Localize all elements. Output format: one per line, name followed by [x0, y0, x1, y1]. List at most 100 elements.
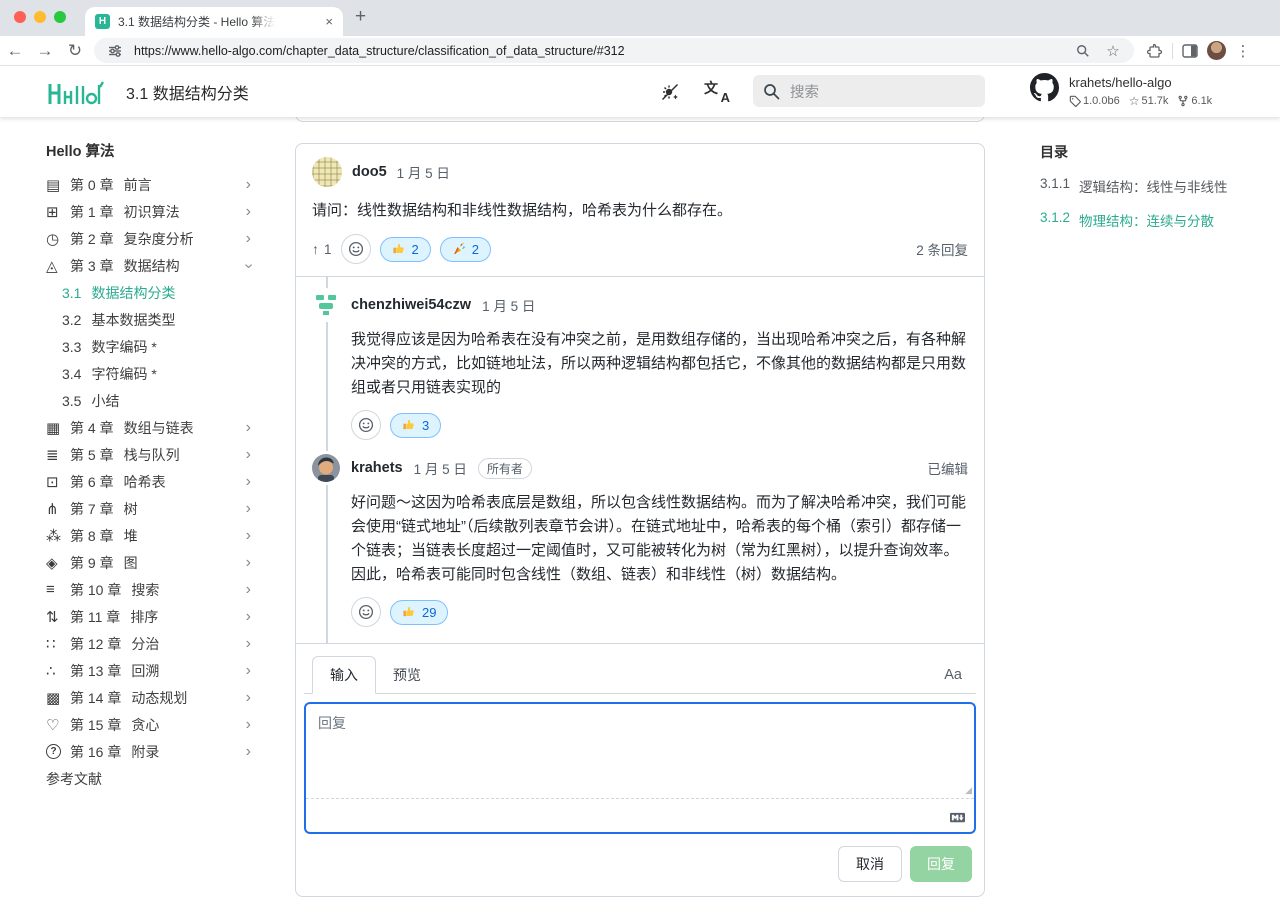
profile-avatar[interactable]	[1207, 41, 1226, 60]
sidebar-item[interactable]: ⊞ 第 1 章 初识算法	[30, 198, 265, 225]
add-reaction-button[interactable]	[351, 410, 381, 440]
editor-resize-divider[interactable]	[306, 798, 974, 799]
thumbs-up-reaction[interactable]: 2	[380, 237, 431, 262]
avatar[interactable]	[312, 291, 340, 319]
comment: doo5 1 月 5 日 请问：线性数据结构和非线性数据结构，哈希表为什么都存在…	[296, 144, 984, 276]
sidebar-item[interactable]: ≣ 第 5 章 栈与队列	[30, 441, 265, 468]
thumbs-up-reaction[interactable]: 29	[390, 600, 448, 625]
site-title: Hello 算法	[46, 140, 265, 161]
close-tab-icon[interactable]: ×	[325, 14, 333, 29]
graph-icon: ◈	[46, 554, 70, 572]
avatar[interactable]	[312, 454, 340, 482]
search-icon	[763, 83, 780, 100]
comment-date: 1 月 5 日	[414, 458, 467, 478]
close-window-button[interactable]	[14, 11, 26, 23]
toc-item[interactable]: 3.1.2 物理结构：连续与分散	[1040, 210, 1270, 230]
hello-algo-logo[interactable]	[46, 77, 104, 107]
sidebar-item[interactable]: ▤ 第 0 章 前言	[30, 171, 265, 198]
sidebar-item[interactable]: ⋔ 第 7 章 树	[30, 495, 265, 522]
toc-item[interactable]: 3.1.1 逻辑结构：线性与非线性	[1040, 176, 1270, 196]
sidebar-item[interactable]: ▩ 第 14 章 动态规划	[30, 684, 265, 711]
zoom-page-icon[interactable]	[1072, 44, 1094, 58]
chevron-icon	[246, 689, 251, 707]
site-settings-icon[interactable]	[104, 44, 126, 58]
reply-editor: 输入 预览 Aa 回复 ◢ 取消 回复	[296, 643, 984, 896]
tab-title: 3.1 数据结构分类 - Hello 算法	[118, 13, 275, 30]
toc-title: 目录	[1040, 142, 1270, 162]
repo-stars: ☆51.7k	[1129, 94, 1169, 108]
smiley-icon	[358, 604, 374, 620]
owner-badge: 所有者	[478, 458, 532, 479]
thumbs-up-icon	[402, 605, 416, 619]
thumbs-up-reaction[interactable]: 3	[390, 413, 441, 438]
reaction-count: 3	[422, 418, 429, 433]
sidebar-item[interactable]: 参考文献	[30, 765, 265, 792]
sidebar-item[interactable]: ◬ 第 3 章 数据结构	[30, 252, 265, 279]
thumbs-up-icon	[402, 418, 416, 432]
sidebar-item[interactable]: ◷ 第 2 章 复杂度分析	[30, 225, 265, 252]
tab-write[interactable]: 输入	[312, 656, 376, 694]
sidebar-item[interactable]: ▦ 第 4 章 数组与链表	[30, 414, 265, 441]
reply-comment: chenzhiwei54czw 1 月 5 日 我觉得应该是因为哈希表在没有冲突…	[312, 291, 968, 440]
star-icon: ☆	[1129, 94, 1140, 108]
back-icon[interactable]: ←	[0, 41, 30, 61]
url-text[interactable]: https://www.hello-algo.com/chapter_data_…	[134, 44, 1064, 58]
browser-menu-icon[interactable]: ⋮	[1232, 42, 1254, 60]
chevron-icon	[246, 662, 251, 680]
reply-placeholder: 回复	[318, 713, 346, 733]
repo-name: krahets/hello-algo	[1069, 73, 1212, 90]
sidebar-item[interactable]: ⇅ 第 11 章 排序	[30, 603, 265, 630]
chevron-icon	[246, 554, 251, 572]
extensions-icon[interactable]	[1144, 43, 1166, 59]
address-bar[interactable]: https://www.hello-algo.com/chapter_data_…	[94, 38, 1134, 63]
sidebar-item[interactable]: 3.3 数字编码 *	[30, 333, 265, 360]
markdown-icon[interactable]	[949, 810, 966, 825]
submit-reply-button[interactable]: 回复	[910, 846, 972, 882]
cancel-button[interactable]: 取消	[838, 846, 902, 882]
tab-preview[interactable]: 预览	[376, 657, 438, 693]
bookmark-star-icon[interactable]: ☆	[1102, 42, 1124, 60]
site-header: 3.1 数据结构分类 文A 搜索 krahets/hello-algo	[0, 66, 1280, 117]
sidebar-item[interactable]: 3.2 基本数据类型	[30, 306, 265, 333]
reload-icon[interactable]: ↻	[60, 41, 90, 61]
heap-icon: ⁂	[46, 527, 70, 545]
github-repo-link[interactable]: krahets/hello-algo 1.0.0b6 ☆51.7k 6.1k	[1030, 73, 1212, 108]
sidebar-item[interactable]: ? 第 16 章 附录	[30, 738, 265, 765]
comment-author[interactable]: doo5	[352, 164, 387, 180]
forward-icon[interactable]: →	[30, 41, 60, 61]
add-reaction-button[interactable]	[351, 597, 381, 627]
sidebar-item[interactable]: ⁂ 第 8 章 堆	[30, 522, 265, 549]
sidebar-item[interactable]: 3.1 数据结构分类	[30, 279, 265, 306]
side-panel-icon[interactable]	[1179, 44, 1201, 58]
github-icon	[1030, 73, 1059, 108]
sidebar-item[interactable]: ∷ 第 12 章 分治	[30, 630, 265, 657]
sidebar-item[interactable]: ∴ 第 13 章 回溯	[30, 657, 265, 684]
resize-grip-icon[interactable]: ◢	[965, 785, 972, 796]
text-format-button[interactable]: Aa	[944, 667, 968, 683]
reply-textarea[interactable]: 回复 ◢	[304, 702, 976, 834]
comment-body: 好问题～这因为哈希表底层是数组，所以包含线性数据结构。而为了解决哈希冲突，我们可…	[351, 491, 968, 587]
sidebar-item[interactable]: 3.5 小结	[30, 387, 265, 414]
sidebar-item[interactable]: ⊡ 第 6 章 哈希表	[30, 468, 265, 495]
new-tab-button[interactable]: +	[355, 6, 366, 28]
comment-thread-card: doo5 1 月 5 日 请问：线性数据结构和非线性数据结构，哈希表为什么都存在…	[295, 143, 985, 897]
sidebar-item[interactable]: ♡ 第 15 章 贪心	[30, 711, 265, 738]
sidebar-item[interactable]: ◈ 第 9 章 图	[30, 549, 265, 576]
translate-icon[interactable]: 文A	[704, 81, 730, 103]
add-reaction-button[interactable]	[341, 234, 371, 264]
avatar[interactable]	[312, 157, 342, 187]
party-reaction[interactable]: 2	[440, 237, 491, 262]
comment-author[interactable]: krahets	[351, 460, 403, 476]
edited-label: 已编辑	[928, 458, 969, 478]
sidebar-item[interactable]: 3.4 字符编码 *	[30, 360, 265, 387]
minimize-window-button[interactable]	[34, 11, 46, 23]
chevron-icon	[246, 203, 251, 221]
browser-toolbar: ← → ↻ https://www.hello-algo.com/chapter…	[0, 36, 1280, 66]
comment-author[interactable]: chenzhiwei54czw	[351, 297, 471, 313]
theme-toggle-icon[interactable]	[660, 82, 680, 102]
browser-tab[interactable]: H 3.1 数据结构分类 - Hello 算法 ×	[85, 7, 343, 36]
upvote-button[interactable]: ↑ 1	[312, 241, 332, 257]
zoom-window-button[interactable]	[54, 11, 66, 23]
search-input[interactable]: 搜索	[753, 75, 985, 107]
sidebar-item[interactable]: ≡ 第 10 章 搜索	[30, 576, 265, 603]
